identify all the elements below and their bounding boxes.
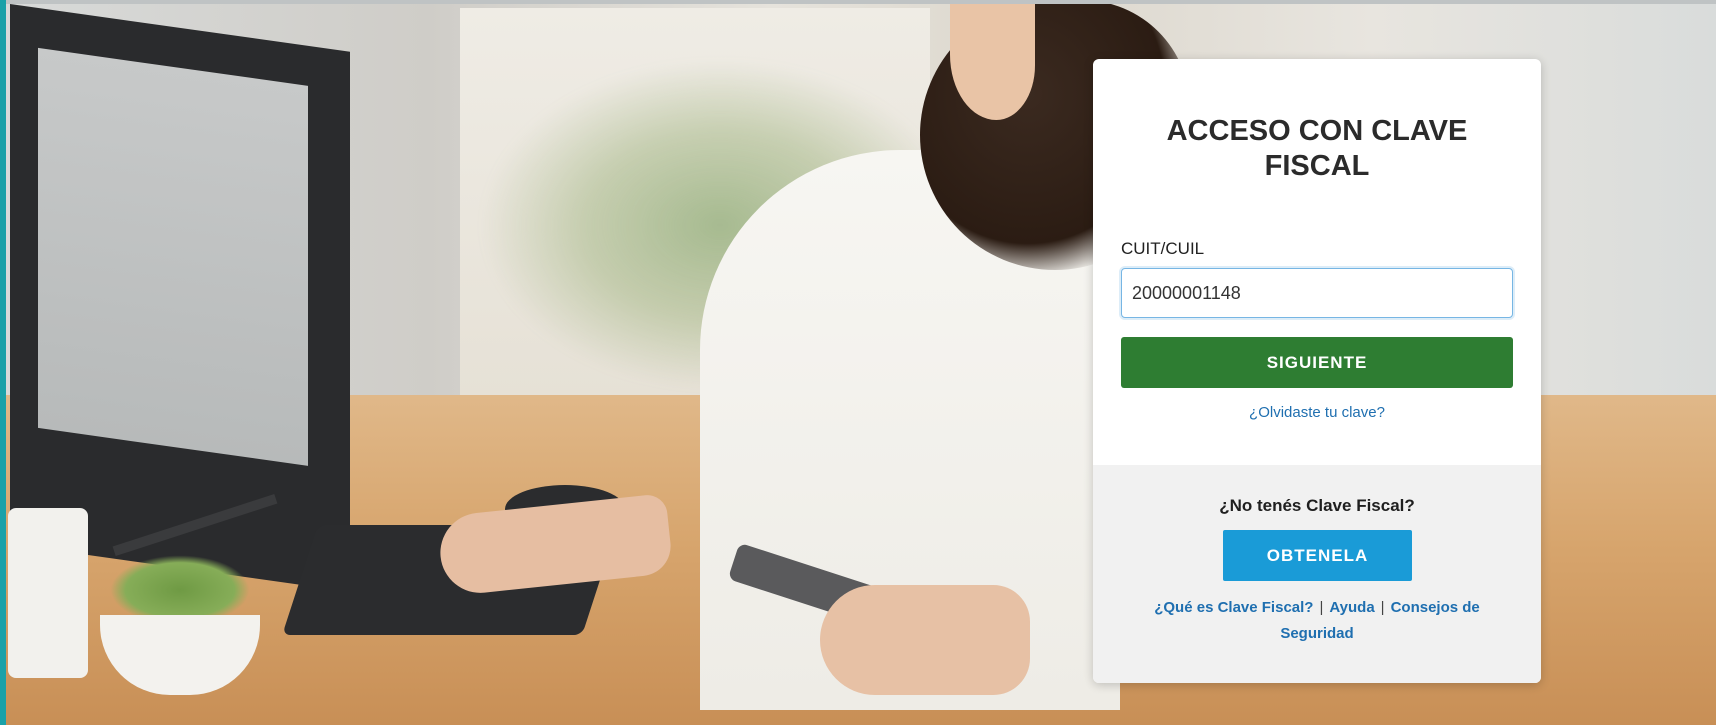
left-accent-bar	[0, 0, 6, 725]
background-monitor	[10, 4, 350, 592]
forgot-password-link[interactable]: ¿Olvidaste tu clave?	[1093, 404, 1541, 421]
next-button[interactable]: SIGUIENTE	[1121, 337, 1513, 388]
help-links: ¿Qué es Clave Fiscal? | Ayuda | Consejos de …	[1147, 595, 1487, 647]
link-separator: |	[1319, 599, 1324, 616]
background-hand-right	[820, 585, 1030, 695]
top-border	[0, 0, 1716, 4]
page-title: ACCESO CON CLAVE FISCAL	[1166, 115, 1468, 182]
login-page: ACCESO CON CLAVE FISCAL CUIT/CUIL SIGUIE…	[0, 0, 1716, 725]
cuit-input[interactable]	[1121, 268, 1513, 318]
login-card: ACCESO CON CLAVE FISCAL CUIT/CUIL SIGUIE…	[1093, 59, 1541, 683]
what-is-clave-link[interactable]: ¿Qué es Clave Fiscal?	[1154, 599, 1313, 616]
login-section: ACCESO CON CLAVE FISCAL CUIT/CUIL SIGUIE…	[1093, 59, 1541, 465]
cuit-label: CUIT/CUIL	[1121, 239, 1205, 258]
link-separator: |	[1380, 599, 1385, 616]
no-clave-prompt: ¿No tenés Clave Fiscal?	[1219, 496, 1415, 515]
get-clave-button[interactable]: OBTENELA	[1223, 530, 1412, 581]
background-mug	[8, 508, 88, 678]
background-monitor-screen	[38, 47, 308, 466]
help-link[interactable]: Ayuda	[1329, 599, 1374, 616]
